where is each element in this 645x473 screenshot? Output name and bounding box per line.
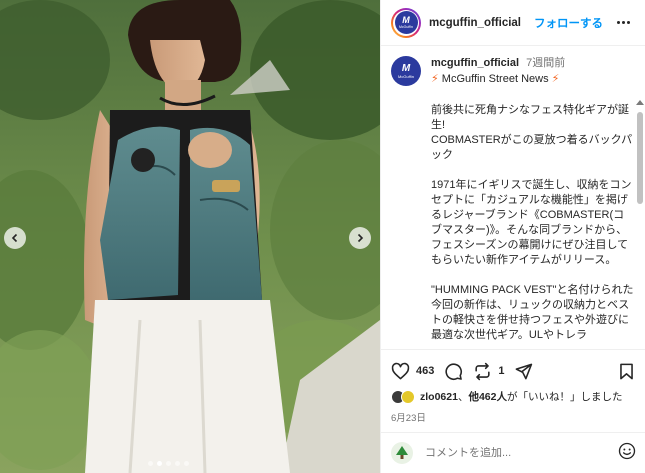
comment-button[interactable] [444,362,463,381]
photo-image [0,0,380,473]
author-avatar[interactable]: M McGuffin [391,7,421,38]
caption-tag-text: McGuffin Street News [438,73,552,85]
post-photo [0,0,380,473]
caption-paragraph: 前後共に死角ナシなフェス特化ギアが誕生! COBMASTERがこの夏放つ着るバッ… [431,104,633,161]
caption-area: M McGuffin mcguffin_official 7週間前 ⚡ McGu… [381,46,645,348]
avatar-logo-sub: McGuffin [399,24,413,29]
save-button[interactable] [617,362,636,381]
liker-avatar[interactable] [401,390,415,404]
repost-icon [475,362,490,380]
bolt-icon: ⚡ [551,73,560,85]
caption-scrollbar[interactable] [636,98,644,348]
caption-avatar-sub: McGuffin [398,73,414,79]
avatar-ring: M McGuffin [393,9,419,36]
caption-meta: mcguffin_official 7週間前 [431,56,634,70]
likes-summary: zlo0621、他462人が「いいね！」しました [391,390,636,404]
caption-row: M McGuffin mcguffin_official 7週間前 ⚡ McGu… [381,46,645,348]
share-button[interactable] [514,362,533,381]
scroll-track[interactable] [637,110,643,348]
current-user-avatar [391,442,413,464]
caption-body: mcguffin_official 7週間前 ⚡ McGuffin Street… [431,56,634,348]
carousel-dots [148,461,189,466]
caption-text: 前後共に死角ナシなフェス特化ギアが誕生! COBMASTERがこの夏放つ着るバッ… [431,103,634,343]
chevron-right-icon [357,233,364,243]
like-count[interactable]: 463 [416,365,434,377]
smiley-icon [618,442,636,459]
carousel-next-button[interactable] [349,227,371,249]
liker-username[interactable]: zlo0621 [420,391,458,403]
chevron-left-icon [11,233,18,243]
user-avatar-icon [396,446,408,459]
carousel-dot [148,461,153,466]
author-username[interactable]: mcguffin_official [429,17,521,29]
paper-plane-icon [516,363,533,379]
heart-icon [391,362,410,379]
caption-timestamp[interactable]: 7週間前 [526,57,565,69]
bookmark-icon [620,363,633,379]
scroll-up-arrow-icon[interactable] [636,98,644,106]
caption-username[interactable]: mcguffin_official [431,57,519,69]
post-header: M McGuffin mcguffin_official フォローする [381,0,645,46]
repost-button[interactable] [473,362,492,381]
avatar-logo-mark: M [402,14,410,25]
caption-tagline: ⚡ McGuffin Street News ⚡ [431,72,634,87]
post-actions: 463 1 zlo0621、他462人が「いいね！」しました 6月23日 [381,349,645,424]
action-row: 463 1 [391,360,636,382]
post-date[interactable]: 6月23日 [391,410,636,424]
post-side-panel: M McGuffin mcguffin_official フォローする M Mc… [380,0,645,473]
other-likers-link[interactable]: 他462人 [468,391,507,403]
bolt-icon: ⚡ [431,73,439,85]
emoji-button[interactable] [618,442,636,465]
avatar-logo: M McGuffin [394,11,418,34]
repost-count[interactable]: 1 [498,365,504,377]
caption-avatar-mark: M [401,62,411,74]
like-button[interactable] [391,362,410,381]
carousel-dot [157,461,162,466]
liker-avatars [391,390,415,404]
likes-text: zlo0621、他462人が「いいね！」しました [420,391,623,403]
comment-input[interactable] [425,447,595,459]
comment-box [381,432,645,473]
carousel-dot [166,461,171,466]
carousel-prev-button[interactable] [4,227,26,249]
scroll-thumb[interactable] [637,112,643,204]
likes-suffix: が「いいね！」しました [506,391,623,403]
caption-avatar[interactable]: M McGuffin [391,56,421,86]
more-options-icon[interactable] [617,21,633,24]
carousel-dot [175,461,180,466]
caption-paragraph: 1971年にイギリスで誕生し、収納をコンセプトに「カジュアルな機能性」を掲げるレ… [431,179,632,266]
follow-button[interactable]: フォローする [534,15,603,31]
caption-paragraph: "HUMMING PACK VEST"と名付けられた今回の新作は、リュックの収納… [431,284,634,341]
carousel-dot [184,461,189,466]
comment-bubble-icon [445,362,463,380]
